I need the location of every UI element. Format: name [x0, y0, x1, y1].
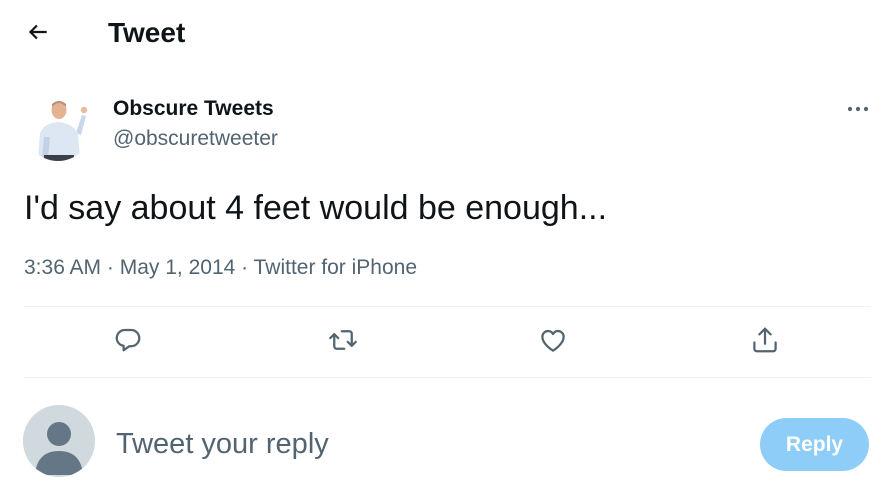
- page-title: Tweet: [108, 17, 186, 48]
- tweet-time[interactable]: 3:36 AM: [24, 256, 101, 279]
- comment-icon: [113, 325, 143, 360]
- tweet-date[interactable]: May 1, 2014: [120, 256, 236, 279]
- reply-action-button[interactable]: [108, 322, 148, 362]
- author-avatar[interactable]: [24, 93, 92, 161]
- share-icon: [750, 325, 780, 360]
- heart-icon: [538, 325, 568, 360]
- meta-separator: ·: [101, 256, 120, 279]
- divider: [24, 377, 871, 378]
- more-dots-icon: [846, 100, 870, 118]
- share-action-button[interactable]: [745, 322, 785, 362]
- retweet-action-button[interactable]: [323, 322, 363, 362]
- tweet-source[interactable]: Twitter for iPhone: [254, 256, 417, 279]
- top-bar: Tweet: [0, 0, 895, 66]
- back-button[interactable]: [18, 14, 58, 54]
- author-display-name[interactable]: Obscure Tweets: [113, 96, 274, 122]
- arrow-left-icon: [25, 19, 51, 50]
- divider: [24, 306, 871, 307]
- default-avatar-icon: [23, 405, 95, 477]
- tweet-text: I'd say about 4 feet would be enough...: [24, 189, 608, 227]
- more-options-button[interactable]: [838, 92, 878, 126]
- like-action-button[interactable]: [533, 322, 573, 362]
- reply-button[interactable]: Reply: [760, 418, 869, 471]
- current-user-avatar[interactable]: [23, 405, 95, 477]
- reply-input[interactable]: [116, 422, 736, 466]
- tweet-metadata: 3:36 AM · May 1, 2014 · Twitter for iPho…: [24, 254, 417, 282]
- meta-separator: ·: [235, 256, 254, 279]
- author-handle[interactable]: @obscuretweeter: [113, 126, 278, 152]
- retweet-icon: [327, 325, 359, 360]
